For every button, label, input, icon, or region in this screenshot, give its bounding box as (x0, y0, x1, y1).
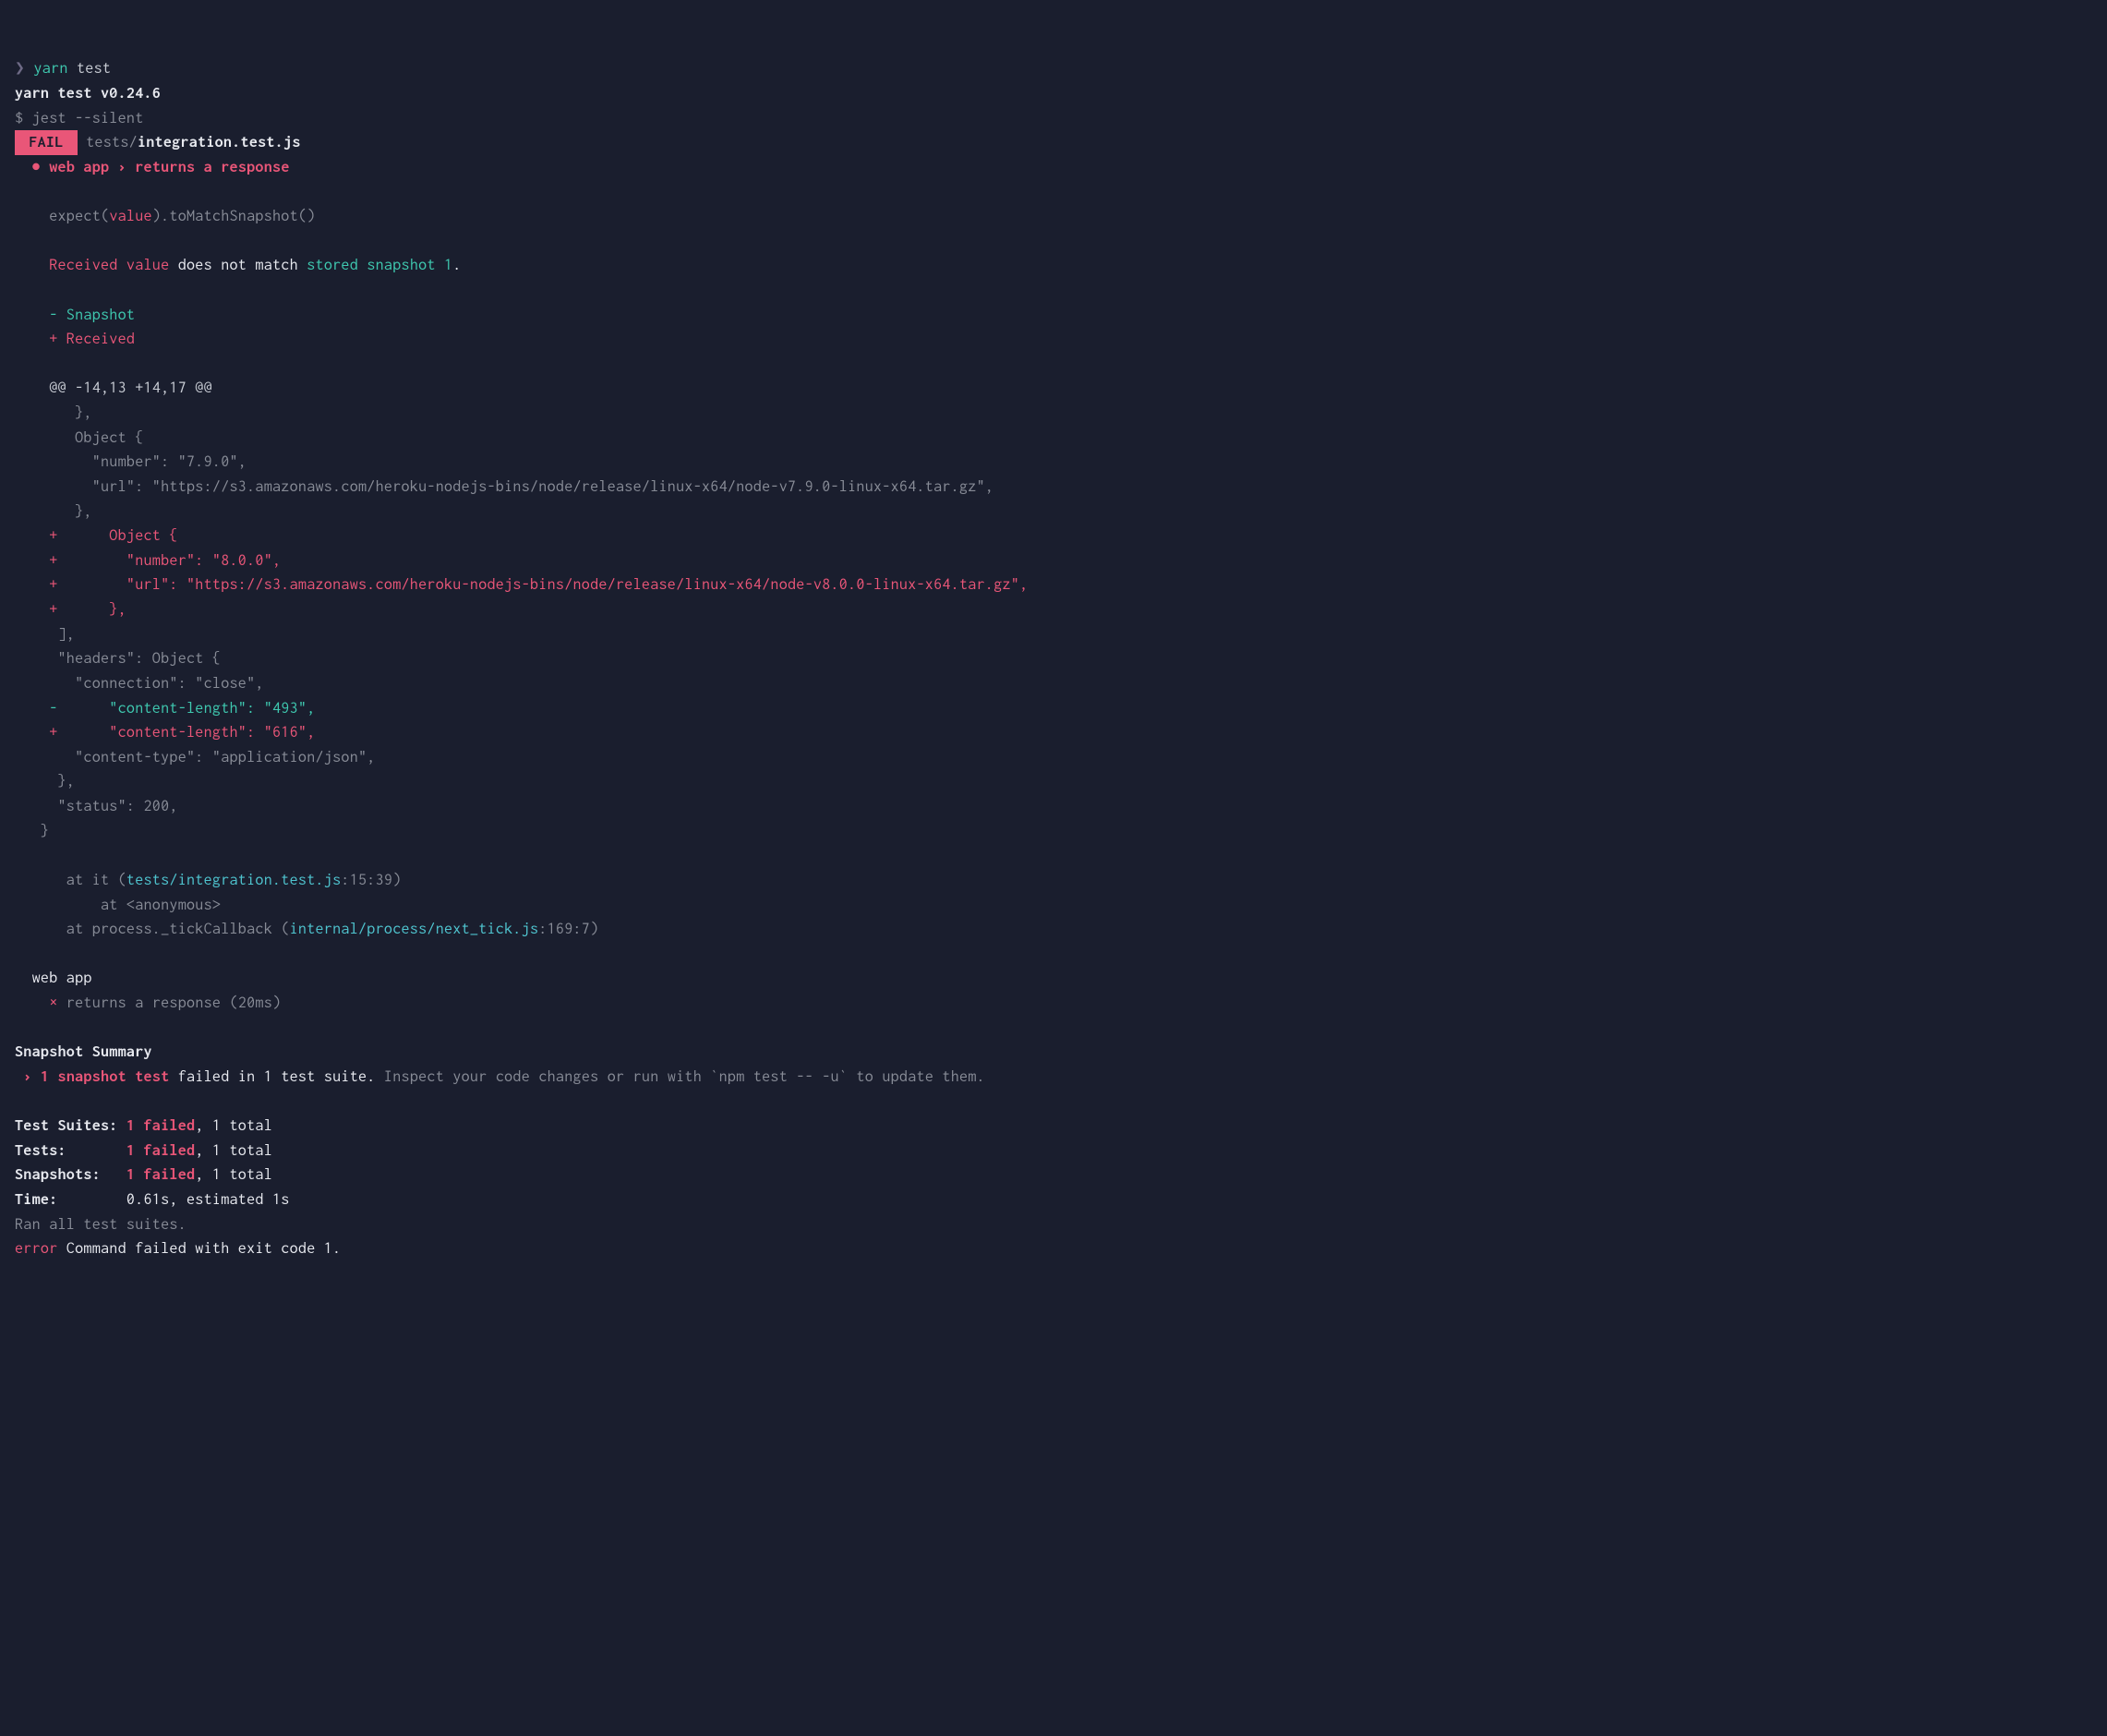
stack-line: at <anonymous> (15, 897, 221, 913)
diff-line: }, (15, 773, 75, 790)
stack-line-end: :15:39) (341, 872, 401, 888)
received-end: . (452, 257, 461, 273)
failing-test-title: web app › returns a response (49, 159, 289, 175)
diff-add-line: + }, (49, 601, 126, 618)
summary-tests-fail: 1 failed (126, 1142, 195, 1159)
stack-location: tests/integration.test.js (126, 872, 342, 888)
diff-line: }, (15, 503, 92, 520)
test-result-text: returns a response (20ms) (66, 995, 282, 1011)
diff-line: "url": "https://s3.amazonaws.com/heroku-… (15, 478, 993, 495)
yarn-version-line: yarn test v0.24.6 (15, 85, 161, 102)
fail-badge: FAIL (15, 130, 78, 155)
command-arg: test (77, 60, 111, 77)
summary-snaps-rest: , 1 total (195, 1166, 272, 1183)
diff-line: "headers": Object { (15, 650, 221, 667)
summary-snaps-fail: 1 failed (126, 1166, 195, 1183)
diff-add-line: + "number": "8.0.0", (49, 552, 281, 569)
summary-time-label: Time: (15, 1191, 126, 1208)
expect-part3: ).toMatchSnapshot() (152, 208, 316, 224)
error-label: error (15, 1240, 58, 1257)
summary-bullet: › (15, 1068, 32, 1085)
fail-x-icon: ✕ (49, 995, 57, 1011)
snapshot-summary-hint: Inspect your code changes or run with `n… (376, 1068, 985, 1085)
snapshot-marker: - Snapshot (49, 307, 135, 323)
diff-hunk-header: @@ -14,13 +14,17 @@ (49, 380, 212, 396)
diff-remove-line: - "content-length": "493", (49, 700, 315, 717)
terminal-output: ❯ yarn test yarn test v0.24.6 $ jest --s… (15, 56, 2092, 1261)
ran-all-line: Ran all test suites. (15, 1216, 187, 1233)
expect-value: value (109, 208, 152, 224)
diff-line: "number": "7.9.0", (15, 453, 247, 470)
stack-line: at it ( (15, 872, 126, 888)
diff-line: Object { (15, 429, 144, 446)
diff-add-line: + Object { (49, 527, 178, 544)
diff-line: ], (15, 626, 75, 643)
summary-suites-label: Test Suites: (15, 1117, 126, 1134)
diff-line: "connection": "close", (15, 675, 264, 692)
prompt-arrow: ❯ (15, 60, 25, 77)
summary-suites-rest: , 1 total (195, 1117, 272, 1134)
command-name: yarn (33, 60, 67, 77)
stack-line-end: :169:7) (538, 921, 598, 937)
received-marker: + Received (49, 331, 135, 347)
diff-line: "status": 200, (15, 798, 178, 814)
test-path-file: integration.test.js (138, 134, 301, 151)
summary-time-value: 0.61s, estimated 1s (126, 1191, 290, 1208)
test-path-dir: tests/ (86, 134, 138, 151)
diff-line: }, (15, 404, 92, 421)
summary-tests-rest: , 1 total (195, 1142, 272, 1159)
jest-command-line: $ jest --silent (15, 110, 144, 127)
snapshot-summary-rest: failed in 1 test suite. (169, 1068, 375, 1085)
error-message: Command failed with exit code 1. (58, 1240, 342, 1257)
diff-line: } (15, 823, 49, 839)
stored-snapshot-label: stored snapshot 1 (307, 257, 452, 273)
diff-line: "content-type": "application/json", (15, 749, 376, 766)
suite-name: web app (15, 970, 92, 986)
bullet-icon: ● (32, 159, 41, 175)
summary-tests-label: Tests: (15, 1142, 126, 1159)
diff-add-line: + "url": "https://s3.amazonaws.com/herok… (49, 576, 1028, 593)
stack-line: at process._tickCallback ( (15, 921, 290, 937)
stack-location: internal/process/next_tick.js (290, 921, 539, 937)
summary-suites-fail: 1 failed (126, 1117, 195, 1134)
snapshot-fail-count: 1 snapshot test (41, 1068, 170, 1085)
snapshot-summary-title: Snapshot Summary (15, 1043, 152, 1060)
received-value-label: Received value (49, 257, 169, 273)
summary-snaps-label: Snapshots: (15, 1166, 126, 1183)
diff-add-line: + "content-length": "616", (49, 724, 315, 741)
received-mid: does not match (169, 257, 307, 273)
expect-part1: expect( (49, 208, 109, 224)
